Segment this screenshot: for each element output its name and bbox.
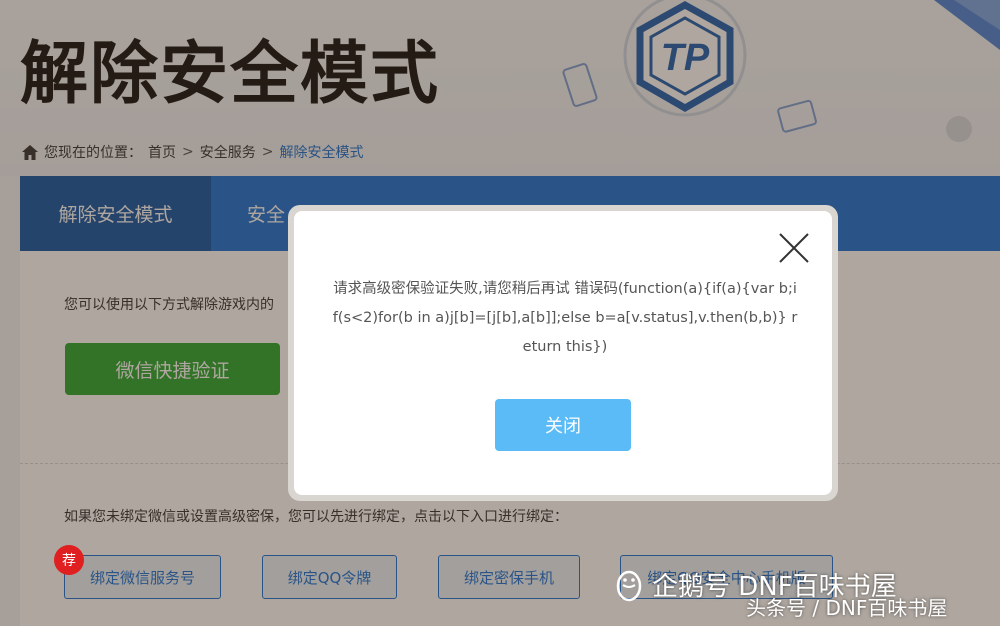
close-button[interactable]: 关闭 [495, 399, 631, 451]
close-icon[interactable] [778, 232, 810, 264]
watermark-line2: 头条号 / DNF百味书屋 [746, 596, 948, 620]
recommend-badge: 荐 [54, 545, 84, 575]
error-message: 请求高级密保验证失败,请您稍后再试 错误码(function(a){if(a){… [332, 281, 798, 355]
penguin-icon [616, 570, 642, 601]
error-dialog: 请求高级密保验证失败,请您稍后再试 错误码(function(a){if(a){… [294, 211, 832, 495]
